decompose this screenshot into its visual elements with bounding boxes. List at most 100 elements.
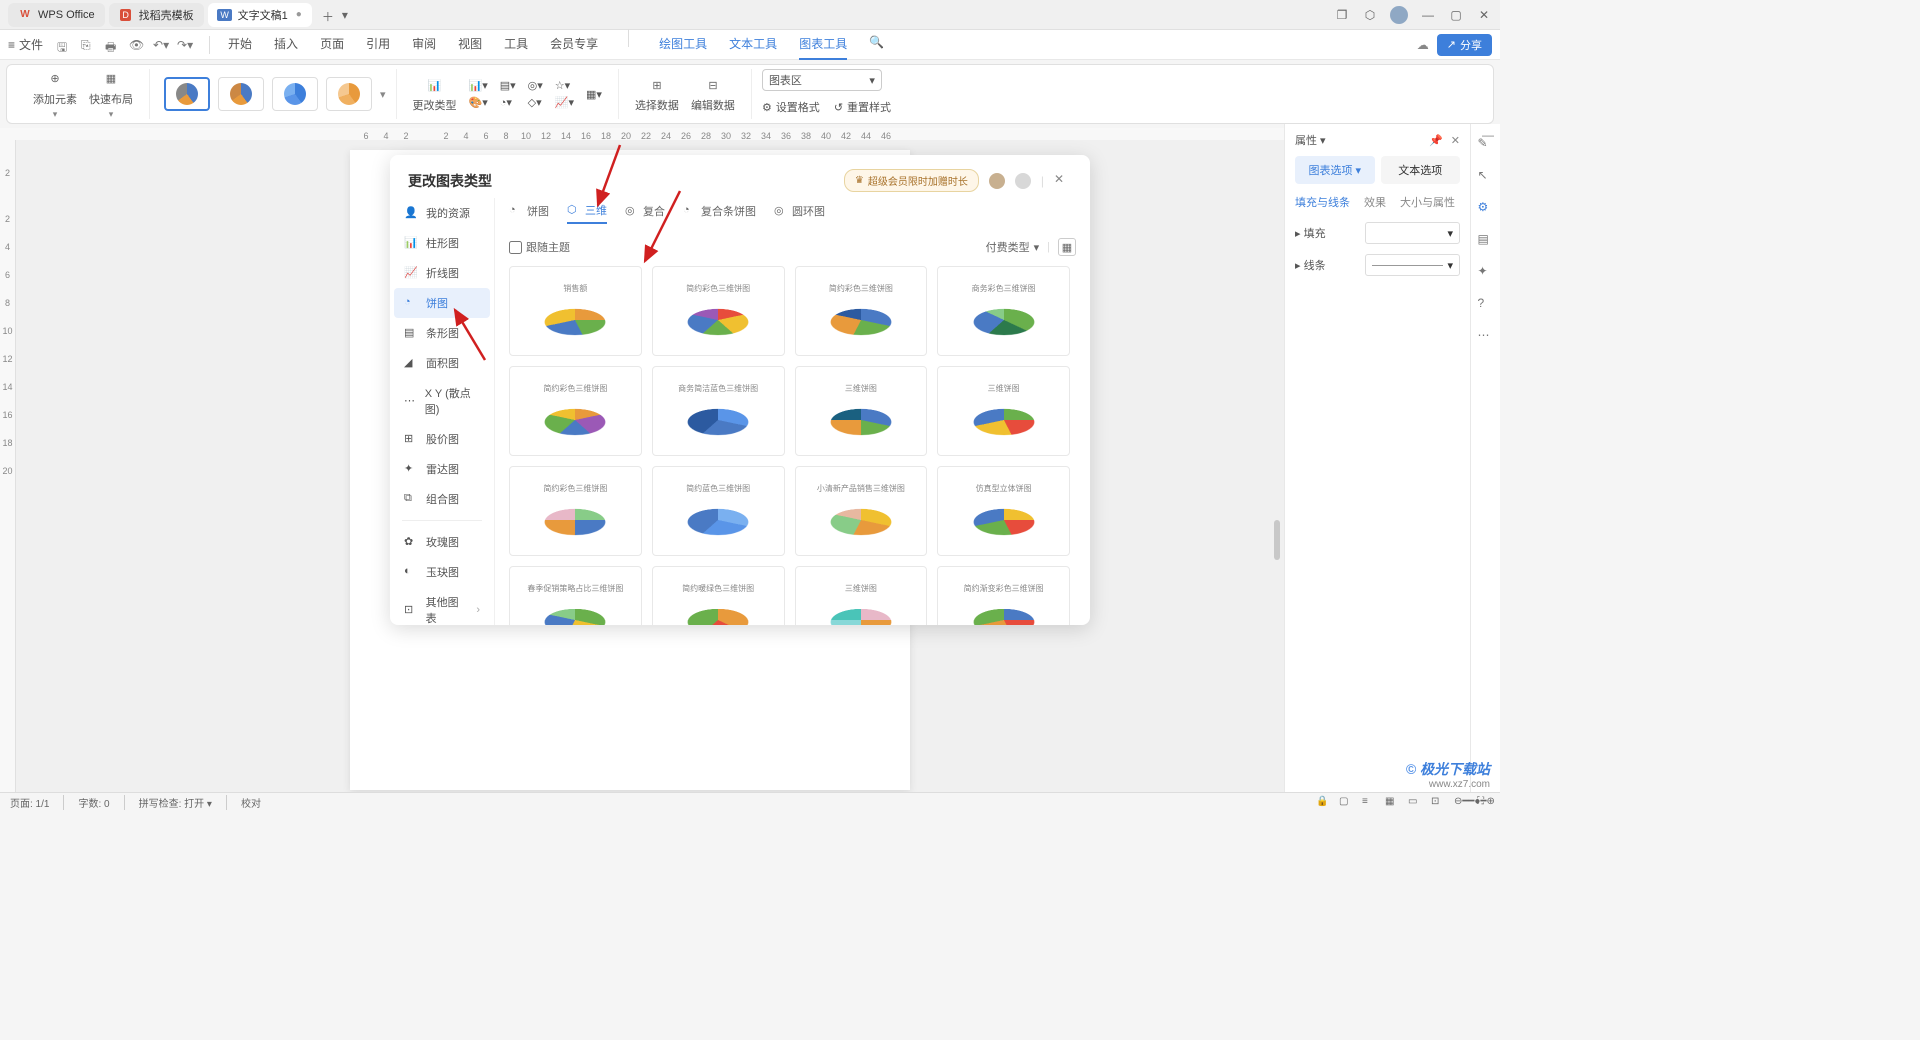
dd-pie-icon[interactable]: ◔▾ [500, 96, 516, 109]
style-more-icon[interactable]: ▾ [380, 88, 386, 101]
add-tab-icon[interactable]: ＋ [322, 8, 336, 22]
sidebar-item-scatter[interactable]: ⋯X Y (散点图) [394, 378, 490, 424]
sidebar-item-stock[interactable]: ⊞股价图 [394, 424, 490, 454]
tab-text-tools[interactable]: 文本工具 [729, 29, 777, 60]
grid-view-icon[interactable]: ▦ [1058, 238, 1076, 256]
cube-icon[interactable]: ⬡ [1362, 7, 1378, 23]
minimize-icon[interactable]: — [1420, 7, 1436, 23]
chart-style-3[interactable] [272, 77, 318, 111]
tab-vip[interactable]: 会员专享 [550, 29, 598, 60]
tab-template[interactable]: D 找稻壳模板 [109, 3, 204, 27]
tab-chart-tools[interactable]: 图表工具 [799, 29, 847, 60]
fill-select[interactable]: ▾ [1365, 222, 1460, 244]
avatar-2[interactable] [1015, 173, 1031, 189]
file-menu[interactable]: ≡ 文件 [8, 36, 43, 53]
template-item[interactable]: 简约彩色三维饼图 [652, 266, 785, 356]
follow-theme-checkbox[interactable]: 跟随主题 [509, 239, 570, 255]
pay-type-dropdown[interactable]: 付费类型 ▾ [986, 239, 1040, 255]
spell-check[interactable]: 拼写检查: 打开 ▾ [139, 795, 227, 810]
chart-style-1[interactable] [164, 77, 210, 111]
effects-icon[interactable]: ✦ [1478, 264, 1494, 280]
search-icon[interactable]: 🔍 [869, 29, 884, 60]
template-item[interactable]: 商务彩色三维饼图 [937, 266, 1070, 356]
undo-icon[interactable]: ↶▾ [153, 38, 167, 52]
text-options-tab[interactable]: 文本选项 [1381, 156, 1461, 184]
tab-review[interactable]: 审阅 [412, 29, 436, 60]
share-button[interactable]: ↗ 分享 [1437, 34, 1492, 56]
close-icon[interactable]: ● [296, 9, 302, 20]
tab-start[interactable]: 开始 [228, 29, 252, 60]
save-icon[interactable]: 🖫 [57, 38, 71, 52]
document-scrollbar[interactable] [1274, 140, 1282, 790]
tab-draw-tools[interactable]: 绘图工具 [659, 29, 707, 60]
template-item[interactable]: 仿真型立体饼图 [937, 466, 1070, 556]
sidebar-item-other[interactable]: ⊡其他图表› [394, 587, 490, 625]
template-item[interactable]: 商务简洁蓝色三维饼图 [652, 366, 785, 456]
help-icon[interactable]: ? [1478, 296, 1494, 312]
export-icon[interactable]: ⎘ [81, 38, 95, 52]
template-item[interactable]: 春季促销策略占比三维饼图 [509, 566, 642, 625]
dd-donut-icon[interactable]: ◎▾ [528, 79, 543, 92]
template-item[interactable]: 简约彩色三维饼图 [509, 466, 642, 556]
copy-window-icon[interactable]: ❐ [1334, 7, 1350, 23]
settings-icon[interactable]: ⚙ [1478, 200, 1494, 216]
tab-reference[interactable]: 引用 [366, 29, 390, 60]
chart-options-tab[interactable]: 图表选项 ▾ [1295, 156, 1375, 184]
quick-layout-button[interactable]: ▦ 快速布局▾ [89, 69, 133, 120]
dd-star-icon[interactable]: ☆▾ [555, 79, 574, 92]
dd-bar-icon[interactable]: 📊▾ [469, 79, 488, 92]
pin-icon[interactable]: 📌 [1429, 134, 1443, 147]
select-data-button[interactable]: ⊞ 选择数据 [635, 75, 679, 113]
close-panel-icon[interactable]: ✕ [1451, 134, 1460, 147]
view-web-icon[interactable]: ▦ [1385, 796, 1398, 809]
preview-icon[interactable]: 👁 [129, 38, 143, 52]
dd-hbar-icon[interactable]: ▤▾ [500, 79, 516, 92]
dd-color-icon[interactable]: 🎨▾ [469, 96, 488, 109]
avatar[interactable] [1390, 6, 1408, 24]
zoom-slider[interactable]: ⊖━━●━⊕ [1454, 796, 1467, 809]
cloud-icon[interactable]: ☁ [1417, 38, 1429, 52]
print-icon[interactable]: 🖶 [105, 38, 119, 52]
avatar-1[interactable] [989, 173, 1005, 189]
subtab-donut[interactable]: ◎圆环图 [774, 202, 825, 224]
template-item[interactable]: 简约渐变彩色三维饼图 [937, 566, 1070, 625]
tab-page[interactable]: 页面 [320, 29, 344, 60]
redo-icon[interactable]: ↷▾ [177, 38, 191, 52]
maximize-icon[interactable]: ▢ [1448, 7, 1464, 23]
layers-icon[interactable]: ▤ [1478, 232, 1494, 248]
view-page-icon[interactable]: ▢ [1339, 796, 1352, 809]
checkbox[interactable] [509, 241, 522, 254]
dd-grid-icon[interactable]: ▦▾ [586, 88, 602, 101]
sidebar-item-rose[interactable]: ✿玫瑰图 [394, 527, 490, 557]
sidebar-item-line[interactable]: 📈折线图 [394, 258, 490, 288]
template-item[interactable]: 三维饼图 [937, 366, 1070, 456]
template-item[interactable]: 简约暖绿色三维饼图 [652, 566, 785, 625]
view-read-icon[interactable]: ▭ [1408, 796, 1421, 809]
template-item[interactable]: 小清新产品销售三维饼图 [795, 466, 928, 556]
template-item[interactable]: 三维饼图 [795, 566, 928, 625]
set-format-icon[interactable]: ⚙ [762, 101, 772, 114]
change-type-button[interactable]: 📊 更改类型 [413, 75, 457, 113]
tab-wps-office[interactable]: W WPS Office [8, 3, 105, 27]
tab-insert[interactable]: 插入 [274, 29, 298, 60]
add-element-button[interactable]: ⊕ 添加元素▾ [33, 69, 77, 120]
word-count[interactable]: 字数: 0 [78, 795, 124, 810]
reset-style-label[interactable]: 重置样式 [847, 99, 891, 115]
dialog-close-icon[interactable]: ✕ [1054, 172, 1072, 190]
template-item[interactable]: 简约蓝色三维饼图 [652, 466, 785, 556]
line-select[interactable]: ▾ [1365, 254, 1460, 276]
template-item[interactable]: 三维饼图 [795, 366, 928, 456]
tab-dropdown-icon[interactable]: ▾ [342, 8, 356, 22]
cursor-icon[interactable]: ↖ [1478, 168, 1494, 184]
lock-icon[interactable]: 🔒 [1316, 796, 1329, 809]
sidebar-item-radar[interactable]: ✦雷达图 [394, 454, 490, 484]
proof[interactable]: 校对 [241, 795, 275, 810]
chart-area-select[interactable]: 图表区 ▾ [762, 69, 882, 91]
scrollbar-thumb[interactable] [1274, 520, 1280, 560]
chart-style-2[interactable] [218, 77, 264, 111]
view-outline-icon[interactable]: ≡ [1362, 796, 1375, 809]
dd-shape-icon[interactable]: ◇▾ [528, 96, 543, 109]
edit-data-button[interactable]: ⊟ 编辑数据 [691, 75, 735, 113]
tab-tools[interactable]: 工具 [504, 29, 528, 60]
template-item[interactable]: 销售额 [509, 266, 642, 356]
